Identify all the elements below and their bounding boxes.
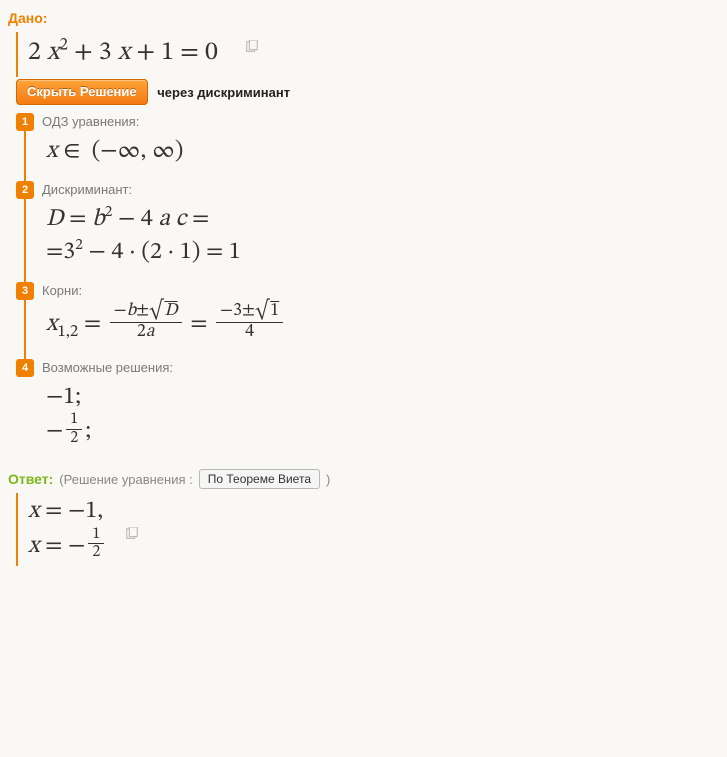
toggle-solution-button[interactable]: Скрыть Решение bbox=[16, 79, 148, 105]
solution-step: 4 Возможные решения: −1;−12; bbox=[16, 359, 719, 464]
step-number-badge: 4 bbox=[16, 359, 34, 377]
answer-heading: Ответ: bbox=[8, 471, 53, 487]
step-number-badge: 2 bbox=[16, 181, 34, 199]
solution-toggle-row: Скрыть Решение через дискриминант bbox=[16, 79, 719, 105]
copy-icon[interactable] bbox=[245, 40, 259, 54]
copy-icon[interactable] bbox=[125, 527, 139, 541]
steps-container: 1 ОДЗ уравнения: x ∈ (−∞, ∞) 2 Дискриминант:… bbox=[16, 113, 719, 463]
step-equation: −1; bbox=[46, 381, 719, 413]
solution-step: 1 ОДЗ уравнения: x ∈ (−∞, ∞) bbox=[16, 113, 719, 181]
step-number-badge: 3 bbox=[16, 282, 34, 300]
answer-equation: x = −1, bbox=[28, 495, 107, 527]
vieta-button[interactable]: По Теореме Виета bbox=[199, 469, 320, 489]
solution-step: 2 Дискриминант: D = b2 − 4 a c ==32 − 4 · … bbox=[16, 181, 719, 282]
given-heading: Дано: bbox=[8, 10, 719, 26]
answer-block: x = −1,x = −12 bbox=[16, 493, 719, 566]
given-block: 2 x2 + 3 x + 1 = 0 bbox=[16, 32, 719, 77]
answer-heading-row: Ответ: (Решение уравнения : По Теореме В… bbox=[8, 469, 719, 489]
step-equation: −12; bbox=[46, 413, 719, 449]
step-number-badge: 1 bbox=[16, 113, 34, 131]
step-equation: =32 − 4 · (2 · 1) = 1 bbox=[46, 236, 719, 268]
answer-paren-suffix: ) bbox=[326, 472, 330, 487]
solution-method-label: через дискриминант bbox=[157, 85, 290, 100]
given-equation: 2 x2 + 3 x + 1 = 0 bbox=[28, 40, 218, 66]
solution-step: 3 Корни: x1,2 = −b±√D2a = −3±√14 bbox=[16, 282, 719, 359]
step-equation: x1,2 = −b±√D2a = −3±√14 bbox=[46, 304, 719, 345]
step-label: Возможные решения: bbox=[42, 359, 719, 375]
answer-equation: x = −12 bbox=[28, 528, 107, 564]
step-equation: D = b2 − 4 a c = bbox=[46, 203, 719, 235]
step-label: Дискриминант: bbox=[42, 181, 719, 197]
step-equation: x ∈ (−∞, ∞) bbox=[46, 135, 719, 167]
answer-paren-prefix: (Решение уравнения : bbox=[59, 472, 192, 487]
step-label: Корни: bbox=[42, 282, 719, 298]
step-label: ОДЗ уравнения: bbox=[42, 113, 719, 129]
